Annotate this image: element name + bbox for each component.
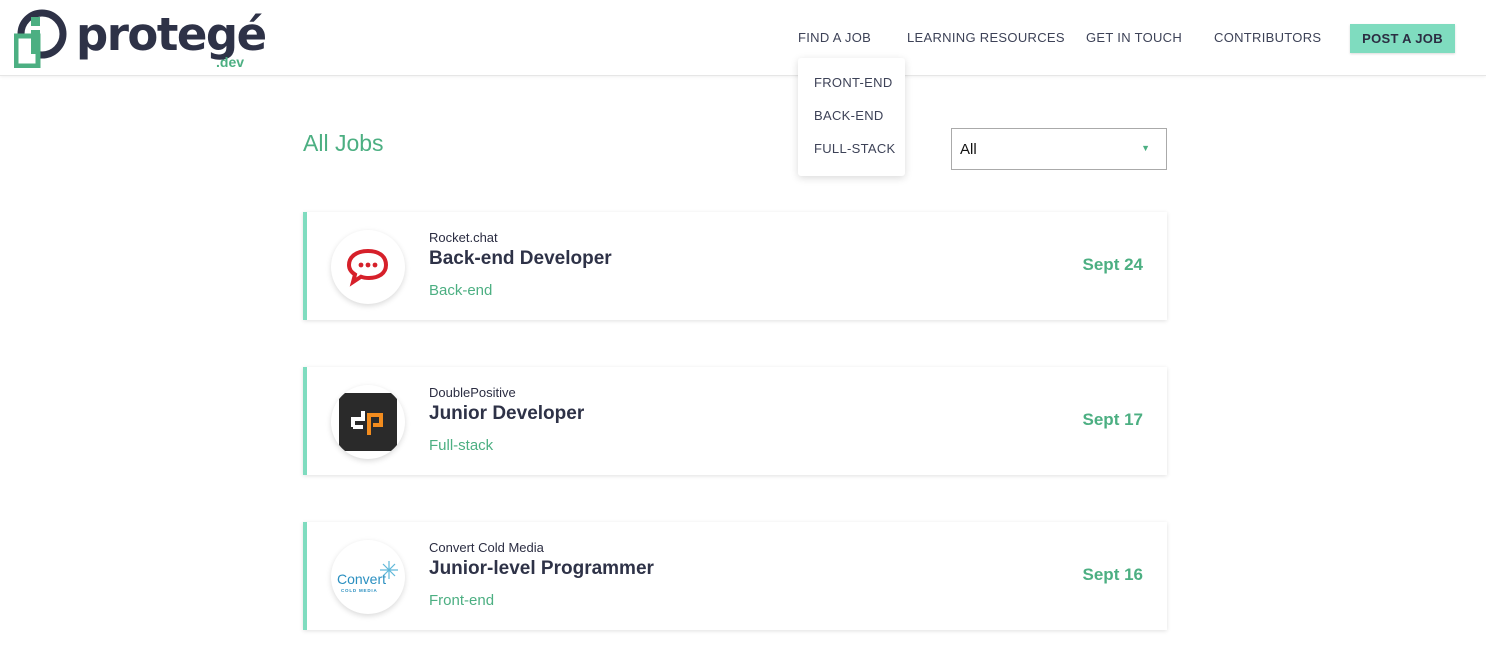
triangle-down-icon: ▼ <box>1141 143 1150 153</box>
filter-selected-value: All <box>960 140 977 158</box>
job-title: Junior-level Programmer <box>429 558 654 579</box>
job-category: Full-stack <box>429 437 494 454</box>
job-card[interactable]: Convert COLD MEDIA Convert Cold Media Ju… <box>303 522 1167 630</box>
job-category: Back-end <box>429 282 493 299</box>
company-name: Rocket.chat <box>429 230 498 245</box>
nav-learning-resources[interactable]: LEARNING RESOURCES <box>907 30 1065 45</box>
job-card[interactable]: Rocket.chat Back-end Developer Back-end … <box>303 212 1167 320</box>
company-logo: Convert COLD MEDIA <box>331 540 405 614</box>
company-name: DoublePositive <box>429 385 516 400</box>
job-date: Sept 24 <box>1082 255 1143 274</box>
job-type-filter-select[interactable]: All ▼ <box>951 128 1167 170</box>
job-date: Sept 17 <box>1082 410 1143 429</box>
site-header: protegé .dev FIND A JOB LEARNING RESOURC… <box>0 0 1486 76</box>
job-card[interactable]: DoublePositive Junior Developer Full-sta… <box>303 367 1167 475</box>
company-logo <box>331 385 405 459</box>
main-nav: FIND A JOB LEARNING RESOURCES GET IN TOU… <box>0 0 1486 76</box>
company-logo <box>331 230 405 304</box>
dropdown-item-full-stack[interactable]: FULL-STACK <box>814 141 896 156</box>
nav-get-in-touch[interactable]: GET IN TOUCH <box>1086 30 1182 45</box>
nav-contributors[interactable]: CONTRIBUTORS <box>1214 30 1321 45</box>
job-title: Back-end Developer <box>429 248 612 269</box>
doublepositive-logo-icon <box>339 393 397 451</box>
job-title: Junior Developer <box>429 403 585 424</box>
logo-text: Convert <box>337 571 386 587</box>
nav-find-a-job[interactable]: FIND A JOB <box>798 30 871 45</box>
dropdown-item-front-end[interactable]: FRONT-END <box>814 75 893 90</box>
rocketchat-logo-icon <box>346 248 389 287</box>
find-job-dropdown-menu: FRONT-END BACK-END FULL-STACK <box>798 58 905 176</box>
dropdown-item-back-end[interactable]: BACK-END <box>814 108 884 123</box>
convertcoldmedia-logo-icon: Convert COLD MEDIA <box>337 561 398 593</box>
company-name: Convert Cold Media <box>429 540 544 555</box>
post-a-job-button[interactable]: POST A JOB <box>1350 24 1455 53</box>
logo-subtext: COLD MEDIA <box>341 588 378 593</box>
page-title: All Jobs <box>303 130 384 156</box>
job-category: Front-end <box>429 592 495 609</box>
job-date: Sept 16 <box>1082 565 1143 584</box>
